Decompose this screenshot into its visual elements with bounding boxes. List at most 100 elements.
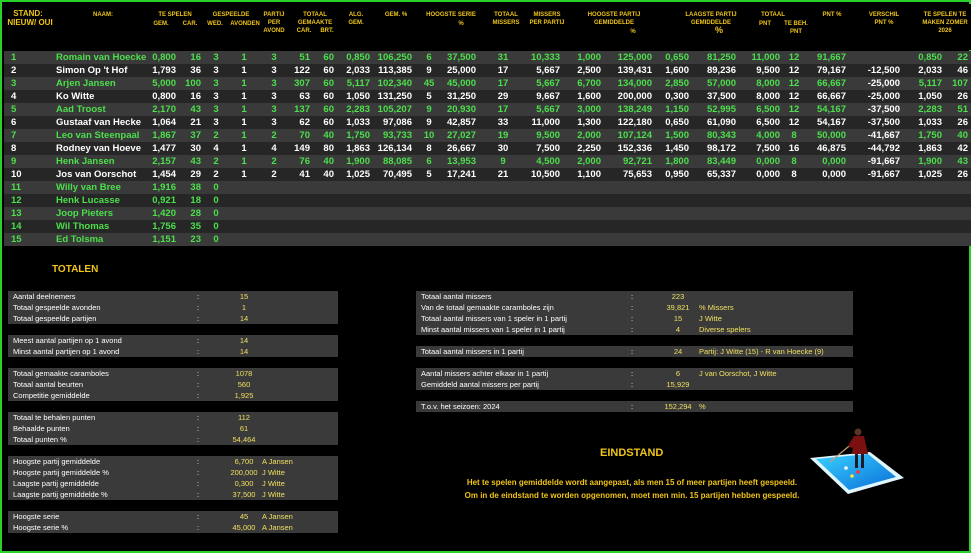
cell-hppct: 139,431 [617,65,652,76]
cell-vp: -44,792 [867,143,900,154]
cell-mpp: 5,667 [536,65,560,76]
stat-row: Totaal aantal beurten: 560 [8,379,338,390]
totalen-right-panel: Totaal aantal missers:223 Van de totaal g… [416,291,853,412]
stat-colon: : [197,479,200,488]
stat-colon: : [631,325,634,334]
stat-label: Laagste partij gemiddelde % [13,490,108,499]
cell-hppct: 107,124 [617,130,652,141]
cell-mpp: 5,667 [536,104,560,115]
cell-wed: 2 [213,130,219,141]
cell-wed: 0 [213,182,219,193]
cell-brt: 60 [323,104,334,115]
cell-tm: 29 [497,91,509,102]
cell-zg: 1,863 [918,143,942,154]
header-stand: STAND: [13,9,43,18]
cell-lppct: 57,000 [706,78,736,89]
cell-hp: 2,000 [577,156,601,167]
cell-gpct: 88,085 [382,156,412,167]
stat-row: Totaal punten %: 54,464 [8,434,338,445]
cell-hppct: 152,336 [617,143,652,154]
cell-car: 16 [190,52,201,63]
cell-hspct: 17,241 [446,169,476,180]
header-totaal-gemaakte: TOTAAL GEMAAKTE [297,12,333,26]
stat-colon: : [631,292,634,301]
cell-wed: 3 [213,117,219,128]
cell-pp: 91,667 [816,52,846,63]
stat-value: 200,000 [230,468,258,477]
table-row: 2 Simon Op 't Hof 1,793 36 3 1 3 122 60 2,033 113,… [4,64,971,77]
cell-ppa: 2 [271,130,277,141]
cell-vp: -37,500 [867,104,900,115]
cell-mpp: 7,500 [536,143,560,154]
stat-colon: : [197,490,200,499]
cell-gem: 1,867 [152,130,176,141]
cell-hspct: 13,953 [446,156,476,167]
cell-gem: 1,151 [152,234,176,245]
billiard-table-image [810,428,904,494]
stat-label: Van de totaal gemaakte caramboles zijn [421,303,554,312]
cell-gpct: 70,495 [382,169,412,180]
cell-gem: 0,800 [152,91,176,102]
cell-naam: Rodney van Hoeve [56,143,141,154]
stat-row: Gemiddeld aantal missers per partij: 15,9… [416,379,853,390]
stat-row: Hoogste serie: 45 A Jansen [8,511,338,522]
cell-avo: 1 [241,130,247,141]
cell-gem: 0,800 [152,52,176,63]
cell-zg: 2,033 [918,65,942,76]
stat-value: 0,300 [234,479,254,488]
stat-label: Totaal gemaakte caramboles [13,369,109,378]
cell-tp: 8,000 [756,78,780,89]
cell-hp: 1,000 [577,52,601,63]
stat-note: Partij: J Witte (15) - R van Hoecke (9) [699,347,824,356]
stat-value: 15 [239,292,249,301]
stat-note: J Witte [699,314,722,323]
cell-tcar: 70 [299,130,310,141]
stat-note: A Jansen [262,523,293,532]
header-totaal-missers: TOTAAL MISSERS [492,12,520,26]
stat-colon: : [197,303,200,312]
header-hoogste-partij-gem: HOOGSTE PARTIJ GEMIDDELDE [587,12,641,26]
cell-zg: 1,050 [918,91,942,102]
stat-colon: : [631,347,634,356]
cell-hs: 5 [426,91,432,102]
cell-naam: Ed Tolsma [56,234,104,245]
cell-hppct: 75,653 [622,169,652,180]
stat-colon: : [197,468,200,477]
cell-hs: 9 [426,117,432,128]
totalen-left-panel: Aantal deelnemers:15 Totaal gespeelde avo… [8,291,338,533]
cell-naam: Henk Lucasse [56,195,120,206]
cell-gpct: 102,340 [377,78,412,89]
table-row: 14 Wil Thomas 1,756 35 0 [4,220,971,233]
cell-vp: -25,000 [867,78,900,89]
cell-lp: 1,450 [665,143,689,154]
cell-hs: 6 [426,156,432,167]
cell-ppa: 3 [271,104,277,115]
cell-tb: 12 [788,52,800,63]
cell-nr: 8 [11,143,17,154]
cell-tp: 6,500 [756,104,780,115]
cell-zc: 46 [957,65,968,76]
cell-gpct: 105,207 [377,104,412,115]
cell-hppct: 122,180 [617,117,652,128]
cell-wed: 2 [213,169,219,180]
cell-pp: 66,667 [816,91,846,102]
cell-alg: 1,033 [346,117,370,128]
cell-ppa: 3 [271,117,277,128]
stat-label: Meest aantal partijen op 1 avond [13,336,122,345]
cell-car: 43 [190,104,201,115]
stat-value: 61 [239,424,249,433]
table-row: 7 Leo van Steenpaal 1,867 37 2 1 2 70 40 1,750 93,… [4,129,971,142]
cell-car: 100 [185,78,201,89]
stat-row: Hoogste serie %: 45,000 A Jansen [8,522,338,533]
cell-tp: 11,000 [751,52,780,63]
cell-hspct: 42,857 [446,117,476,128]
cell-naam: Gustaaf van Hecke [56,117,142,128]
cell-hp: 1,100 [577,169,601,180]
cell-vp: -12,500 [867,65,900,76]
cell-ppa: 3 [271,65,277,76]
stat-label: Totaal gespeelde partijen [13,314,97,323]
stat-row: Totaal gespeelde avonden: 1 [8,302,338,313]
stat-note: A Jansen [262,457,293,466]
